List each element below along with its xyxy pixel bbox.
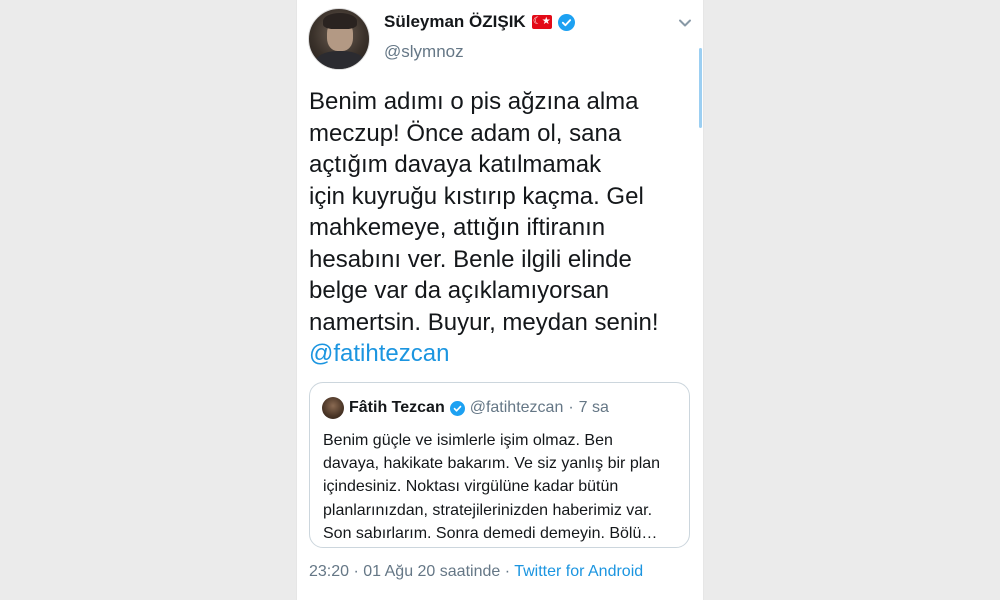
quoted-author-handle[interactable]: @fatihtezcan — [470, 399, 564, 417]
quoted-tweet[interactable]: Fâtih Tezcan @fatihtezcan · 7 sa Benim g… — [309, 382, 690, 548]
tweet-timestamp[interactable]: 23:20 · 01 Ağu 20 saatinde · — [309, 563, 510, 580]
author-name-row: Süleyman ÖZIŞIK ☾★ — [384, 12, 575, 32]
tweet-text-line: açtığım davaya katılmamak — [309, 151, 602, 178]
author-handle[interactable]: @slymnoz — [384, 42, 464, 62]
tweet-text-line: Benim adımı o pis ağzına alma — [309, 88, 639, 115]
tweet-text-line: belge var da açıklamıyorsan — [309, 277, 610, 304]
tweet-text-line: namertsin. Buyur, meydan senin! — [309, 308, 659, 336]
author-display-name[interactable]: Süleyman ÖZIŞIK — [384, 12, 526, 32]
quoted-text-line: Son sabırlarım. Sonra demedi demeyin. Bö… — [323, 524, 658, 542]
separator-dot: · — [568, 399, 574, 416]
tweet-meta: 23:20 · 01 Ağu 20 saatinde · Twitter for… — [309, 563, 643, 581]
verified-badge-icon — [449, 400, 465, 416]
quoted-tweet-header: Fâtih Tezcan @fatihtezcan · 7 sa — [322, 397, 609, 419]
tweet-text-line: için kuyruğu kıstırıp kaçma. Gel — [309, 182, 644, 210]
quoted-text-line: içindesiniz. Noktası virgülüne kadar büt… — [323, 478, 619, 496]
mention-link[interactable]: @fatihtezcan — [309, 338, 699, 370]
quoted-text-line: planlarınızdan, stratejilerinizden haber… — [323, 501, 653, 519]
tweet-text-line: mahkemeye, attığın iftiranın — [309, 214, 606, 241]
quoted-tweet-time[interactable]: 7 sa — [579, 399, 609, 417]
tweet-text: Benim adımı o pis ağzına alma meczup! Ön… — [309, 86, 699, 370]
tweet-text-line: hesabını ver. Benle ilgili elinde — [309, 245, 632, 273]
quoted-text-line: Benim güçle ve isimlerle işim olmaz. Ben — [323, 432, 613, 449]
author-avatar[interactable] — [308, 8, 370, 70]
source-app-link[interactable]: Twitter for Android — [514, 563, 643, 580]
verified-badge-icon — [557, 13, 575, 31]
quoted-author-avatar[interactable] — [322, 397, 344, 419]
turkey-flag-icon: ☾★ — [531, 15, 552, 29]
tweet-text-line: meczup! Önce adam ol, sana — [309, 119, 622, 147]
scrollbar[interactable] — [699, 48, 702, 128]
chevron-down-icon[interactable] — [676, 14, 694, 32]
quoted-author-name[interactable]: Fâtih Tezcan — [349, 399, 445, 417]
quoted-tweet-text: Benim güçle ve isimlerle işim olmaz. Ben… — [323, 429, 685, 545]
quoted-text-line: davaya, hakikate bakarım. Ve siz yanlış … — [323, 455, 661, 473]
